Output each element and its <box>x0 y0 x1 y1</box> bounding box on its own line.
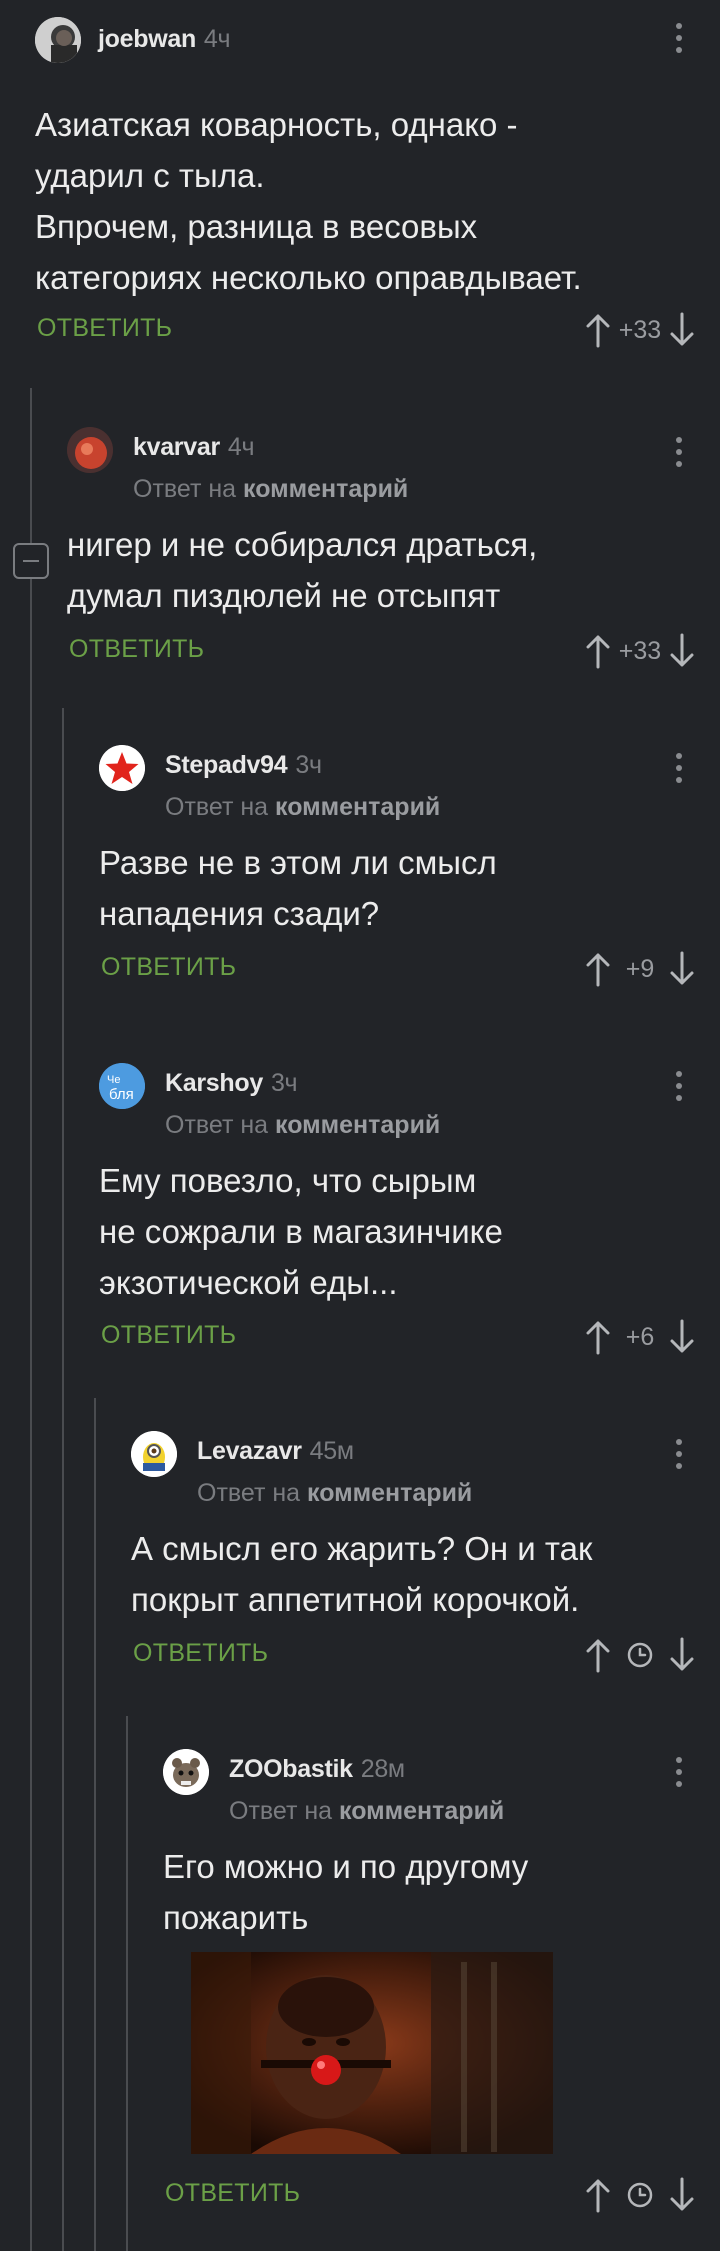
rating-value: +9 <box>625 954 655 983</box>
vote-down-icon[interactable] <box>668 2177 696 2213</box>
avatar[interactable] <box>163 1749 209 1795</box>
vote-up-icon[interactable] <box>584 2177 612 2213</box>
vote-up-icon[interactable] <box>584 633 612 669</box>
gif-image[interactable] <box>191 1952 553 2154</box>
comment-zoobastik: ZOObastik 28м Ответ на комментарий Его мо… <box>163 1749 720 2229</box>
vote-down-icon[interactable] <box>668 633 696 669</box>
comment-text: Его можно и по другому пожарить <box>163 1848 529 1936</box>
avatar[interactable]: Че бля <box>99 1063 145 1109</box>
comment-stepadv94: Stepadv94 3ч Ответ на комментарий Разве н… <box>99 745 720 1005</box>
author-name[interactable]: ZOObastik 28м <box>229 1755 405 1784</box>
vote-up-icon[interactable] <box>584 951 612 987</box>
avatar[interactable] <box>131 1431 177 1477</box>
collapse-thread-icon[interactable] <box>13 543 49 579</box>
vote-down-icon[interactable] <box>668 1319 696 1355</box>
avatar-text: Че <box>107 1074 120 1086</box>
clock-icon <box>612 1641 668 1669</box>
vote-up-icon[interactable] <box>584 1319 612 1355</box>
reply-button[interactable]: ОТВЕТИТЬ <box>69 635 204 664</box>
author-name[interactable]: Levazavr 45м <box>197 1437 354 1466</box>
thread-line-level1 <box>30 388 32 2251</box>
reply-button[interactable]: ОТВЕТИТЬ <box>165 2179 300 2208</box>
author-name[interactable]: joebwan 4ч <box>98 25 231 54</box>
avatar[interactable] <box>67 427 113 473</box>
reply-to-link[interactable]: Ответ на комментарий <box>165 1111 440 1140</box>
reply-button[interactable]: ОТВЕТИТЬ <box>101 1321 236 1350</box>
reply-to-link[interactable]: Ответ на комментарий <box>165 793 440 822</box>
comment-joebwan: joebwan 4ч Азиатская коварность, однако -… <box>35 17 720 357</box>
reply-to-link[interactable]: Ответ на комментарий <box>229 1797 504 1826</box>
comment-text: нигер и не собирался драться, думал пизд… <box>67 526 538 614</box>
reply-button[interactable]: ОТВЕТИТЬ <box>101 953 236 982</box>
comment-time: 4ч <box>203 25 231 53</box>
comment-time: 4ч <box>227 433 255 461</box>
more-menu-icon[interactable] <box>676 1757 684 1793</box>
reply-to-link[interactable]: Ответ на комментарий <box>197 1479 472 1508</box>
more-menu-icon[interactable] <box>676 1439 684 1475</box>
author-name[interactable]: Karshoy 3ч <box>165 1069 298 1098</box>
more-menu-icon[interactable] <box>676 23 684 59</box>
rating-value: +33 <box>618 636 662 665</box>
more-menu-icon[interactable] <box>676 437 684 473</box>
comment-karshoy: Че бля Karshoy 3ч Ответ на комментарий Ему… <box>99 1063 720 1373</box>
avatar[interactable] <box>99 745 145 791</box>
thread-line-level3 <box>94 1398 96 2251</box>
comment-levazavr: Levazavr 45м Ответ на комментарий А смысл… <box>131 1431 720 1691</box>
comment-kvarvar: kvarvar 4ч Ответ на комментарий нигер и н… <box>67 427 720 687</box>
more-menu-icon[interactable] <box>676 753 684 789</box>
thread-line-level4 <box>126 1716 128 2251</box>
more-menu-icon[interactable] <box>676 1071 684 1107</box>
vote-down-icon[interactable] <box>668 1637 696 1673</box>
comment-time: 45м <box>309 1437 354 1465</box>
vote-up-icon[interactable] <box>584 1637 612 1673</box>
comment-text: Азиатская коварность, однако - ударил с … <box>35 106 582 296</box>
rating-value: +33 <box>618 315 662 344</box>
reply-to-link[interactable]: Ответ на комментарий <box>133 475 408 504</box>
comment-time: 28м <box>360 1755 405 1783</box>
vote-down-icon[interactable] <box>668 312 696 348</box>
reply-button[interactable]: ОТВЕТИТЬ <box>37 314 172 343</box>
avatar-text-2: бля <box>109 1086 134 1103</box>
comment-text: Разве не в этом ли смысл нападения сзади… <box>99 844 497 932</box>
avatar[interactable] <box>35 17 81 63</box>
clock-icon <box>612 2181 668 2209</box>
comment-text: Ему повезло, что сырым не сожрали в мага… <box>99 1162 503 1301</box>
comment-time: 3ч <box>270 1069 298 1097</box>
author-name[interactable]: kvarvar 4ч <box>133 433 255 462</box>
comment-time: 3ч <box>295 751 322 779</box>
vote-up-icon[interactable] <box>584 312 612 348</box>
reply-button[interactable]: ОТВЕТИТЬ <box>133 1639 268 1668</box>
comment-text: А смысл его жарить? Он и так покрыт аппе… <box>131 1530 593 1618</box>
author-name[interactable]: Stepadv94 3ч <box>165 751 322 780</box>
thread-line-level2 <box>62 708 64 2251</box>
vote-down-icon[interactable] <box>668 951 696 987</box>
rating-value: +6 <box>625 1322 655 1351</box>
